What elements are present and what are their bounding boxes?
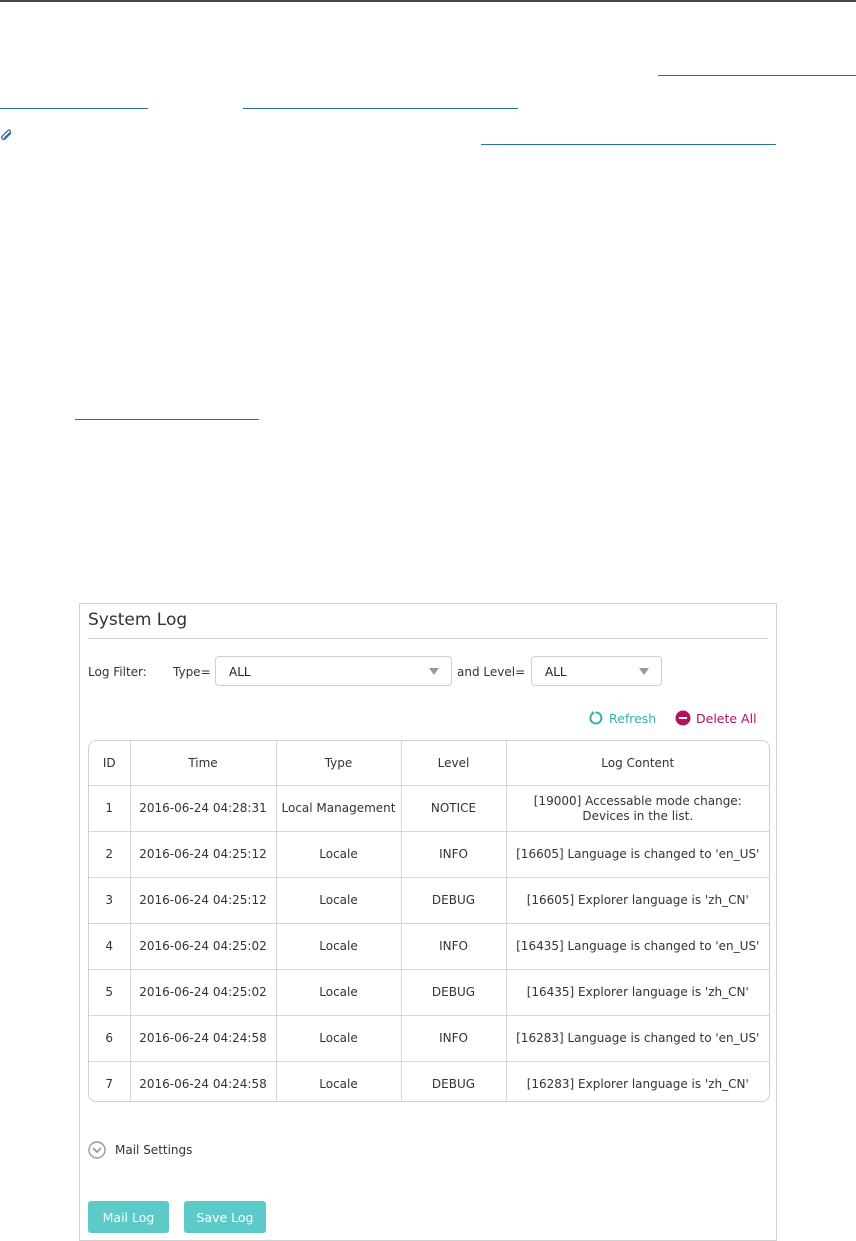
cell-id: 7 bbox=[89, 1061, 131, 1101]
mail-settings-toggle[interactable]: Mail Settings bbox=[88, 1140, 192, 1160]
cell-level: NOTICE bbox=[400, 785, 507, 832]
cell-type: Local Management bbox=[275, 785, 402, 832]
cell-time: 2016-06-24 04:25:02 bbox=[129, 969, 277, 1016]
cell-id: 1 bbox=[89, 785, 131, 832]
cell-type: Locale bbox=[275, 969, 402, 1016]
cell-log-content: [16605] Language is changed to 'en_US' bbox=[505, 831, 769, 878]
cell-log-content: [16605] Explorer language is 'zh_CN' bbox=[505, 877, 769, 924]
table-row: 5 2016-06-24 04:25:02 Locale DEBUG [1643… bbox=[89, 969, 769, 1016]
link-underline[interactable] bbox=[243, 108, 518, 109]
cell-log-content: [16283] Language is changed to 'en_US' bbox=[505, 1015, 769, 1062]
delete-all-label: Delete All bbox=[696, 710, 757, 726]
dropdown-arrow-icon bbox=[429, 668, 439, 675]
column-header-log-content: Log Content bbox=[505, 741, 769, 786]
cell-log-content: [19000] Accessable mode change: Devices … bbox=[505, 785, 769, 832]
paperclip-icon bbox=[1, 129, 12, 141]
mail-log-button[interactable]: Mail Log bbox=[88, 1201, 169, 1233]
table-row: 6 2016-06-24 04:24:58 Locale INFO [16283… bbox=[89, 1015, 769, 1062]
column-header-type: Type bbox=[275, 741, 402, 786]
cell-level: DEBUG bbox=[400, 877, 507, 924]
level-select[interactable]: ALL bbox=[531, 656, 662, 686]
cell-level: INFO bbox=[400, 923, 507, 970]
type-label: Type= bbox=[173, 665, 211, 679]
cell-type: Locale bbox=[275, 1061, 402, 1101]
type-select[interactable]: ALL bbox=[215, 656, 452, 686]
cell-level: INFO bbox=[400, 831, 507, 878]
refresh-icon bbox=[589, 710, 603, 725]
table-row: 3 2016-06-24 04:25:12 Locale DEBUG [1660… bbox=[89, 877, 769, 924]
minus-circle-icon bbox=[675, 710, 691, 726]
cell-log-content: [16283] Explorer language is 'zh_CN' bbox=[505, 1061, 769, 1101]
cell-log-content: [16435] Language is changed to 'en_US' bbox=[505, 923, 769, 970]
link-underline[interactable] bbox=[658, 75, 856, 76]
cell-id: 3 bbox=[89, 877, 131, 924]
link-underline[interactable] bbox=[75, 419, 259, 420]
cell-type: Locale bbox=[275, 1015, 402, 1062]
cell-id: 5 bbox=[89, 969, 131, 1016]
table-header-row: ID Time Type Level Log Content bbox=[89, 741, 769, 786]
top-divider bbox=[0, 0, 856, 2]
column-header-time: Time bbox=[129, 741, 277, 786]
column-header-level: Level bbox=[400, 741, 507, 786]
chevron-down-circle-icon bbox=[88, 1141, 106, 1159]
cell-log-content: [16435] Explorer language is 'zh_CN' bbox=[505, 969, 769, 1016]
link-underline[interactable] bbox=[0, 108, 148, 109]
dropdown-arrow-icon bbox=[639, 668, 649, 675]
cell-type: Locale bbox=[275, 877, 402, 924]
cell-level: DEBUG bbox=[400, 1061, 507, 1101]
cell-time: 2016-06-24 04:25:02 bbox=[129, 923, 277, 970]
cell-level: DEBUG bbox=[400, 969, 507, 1016]
cell-time: 2016-06-24 04:28:31 bbox=[129, 785, 277, 832]
table-row: 2 2016-06-24 04:25:12 Locale INFO [16605… bbox=[89, 831, 769, 878]
column-header-id: ID bbox=[89, 741, 131, 786]
table-row: 7 2016-06-24 04:24:58 Locale DEBUG [1628… bbox=[89, 1061, 769, 1101]
mail-settings-label: Mail Settings bbox=[115, 1143, 193, 1157]
level-select-value: ALL bbox=[545, 665, 567, 679]
refresh-button[interactable]: Refresh bbox=[588, 710, 656, 726]
table-row: 1 2016-06-24 04:28:31 Local Management N… bbox=[89, 785, 769, 832]
delete-all-button[interactable]: Delete All bbox=[675, 710, 757, 726]
log-actions: Refresh Delete All bbox=[588, 710, 768, 730]
cell-type: Locale bbox=[275, 831, 402, 878]
cell-time: 2016-06-24 04:24:58 bbox=[129, 1015, 277, 1062]
cell-time: 2016-06-24 04:25:12 bbox=[129, 877, 277, 924]
save-log-button[interactable]: Save Log bbox=[184, 1201, 266, 1233]
cell-type: Locale bbox=[275, 923, 402, 970]
type-select-value: ALL bbox=[229, 665, 251, 679]
cell-level: INFO bbox=[400, 1015, 507, 1062]
title-divider bbox=[88, 638, 768, 639]
log-filter-label: Log Filter: bbox=[88, 665, 147, 679]
level-label: and Level= bbox=[457, 665, 526, 679]
cell-id: 6 bbox=[89, 1015, 131, 1062]
cell-time: 2016-06-24 04:25:12 bbox=[129, 831, 277, 878]
cell-time: 2016-06-24 04:24:58 bbox=[129, 1061, 277, 1101]
system-log-panel: System Log Log Filter: Type= ALL and Lev… bbox=[79, 603, 777, 1241]
cell-id: 2 bbox=[89, 831, 131, 878]
cell-id: 4 bbox=[89, 923, 131, 970]
log-table: ID Time Type Level Log Content 1 2016-06… bbox=[88, 740, 770, 1102]
refresh-label: Refresh bbox=[609, 710, 657, 726]
panel-title: System Log bbox=[88, 610, 188, 630]
table-row: 4 2016-06-24 04:25:02 Locale INFO [16435… bbox=[89, 923, 769, 970]
link-underline[interactable] bbox=[481, 144, 776, 145]
